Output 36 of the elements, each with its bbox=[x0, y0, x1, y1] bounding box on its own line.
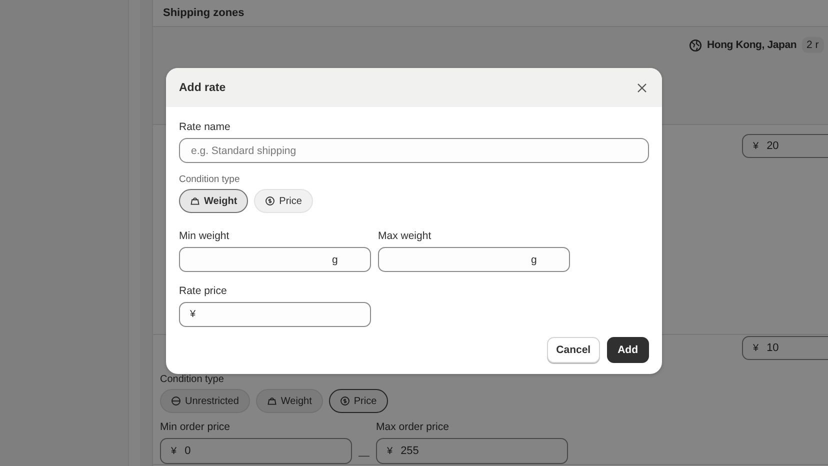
field-label: Rate name bbox=[179, 121, 232, 133]
section-title: Shipping zones bbox=[163, 7, 244, 19]
condition-chip[interactable]: Weight bbox=[179, 189, 248, 213]
rate-name-field[interactable]: e.g. Standard shipping bbox=[179, 138, 649, 163]
globe-icon bbox=[689, 38, 702, 52]
condition-type-label: Condition type bbox=[160, 374, 225, 385]
condition-chip[interactable]: Price bbox=[328, 389, 388, 413]
price-field[interactable]: ¥ 10 bbox=[742, 336, 828, 360]
weight-icon bbox=[190, 196, 200, 206]
cancel-button[interactable]: Cancel bbox=[547, 337, 600, 363]
min-price-field[interactable]: ¥ 0 bbox=[160, 438, 352, 464]
field-label: Min weight bbox=[179, 230, 230, 242]
zone-countries: Hong Kong, Japan bbox=[707, 39, 797, 51]
max-weight-field[interactable]: g bbox=[378, 247, 570, 272]
circle-icon bbox=[171, 396, 181, 406]
condition-chip[interactable]: Unrestricted bbox=[160, 389, 250, 413]
close-button[interactable] bbox=[635, 80, 649, 94]
field-label: Min order price bbox=[160, 421, 232, 433]
min-weight-field[interactable]: g bbox=[179, 247, 371, 272]
condition-chip[interactable]: Price bbox=[254, 189, 313, 213]
rate-price-field[interactable]: ¥ bbox=[179, 302, 371, 327]
condition-chip[interactable]: Weight bbox=[256, 389, 323, 413]
rate-count-badge: 2 r bbox=[802, 37, 824, 53]
price-field[interactable]: ¥ 20 bbox=[742, 134, 828, 158]
condition-type-label: Condition type bbox=[179, 174, 241, 185]
range-separator: — bbox=[358, 450, 370, 462]
field-label: Max order price bbox=[376, 421, 450, 433]
dialog-title: Add rate bbox=[179, 82, 226, 94]
max-price-field[interactable]: ¥ 255 bbox=[376, 438, 568, 464]
weight-icon bbox=[266, 396, 277, 406]
close-icon bbox=[637, 82, 647, 92]
coin-icon bbox=[265, 196, 276, 206]
add-button[interactable]: Add bbox=[606, 337, 649, 363]
coin-icon bbox=[340, 396, 350, 406]
field-label: Max weight bbox=[378, 230, 432, 242]
field-label: Rate price bbox=[179, 285, 228, 297]
